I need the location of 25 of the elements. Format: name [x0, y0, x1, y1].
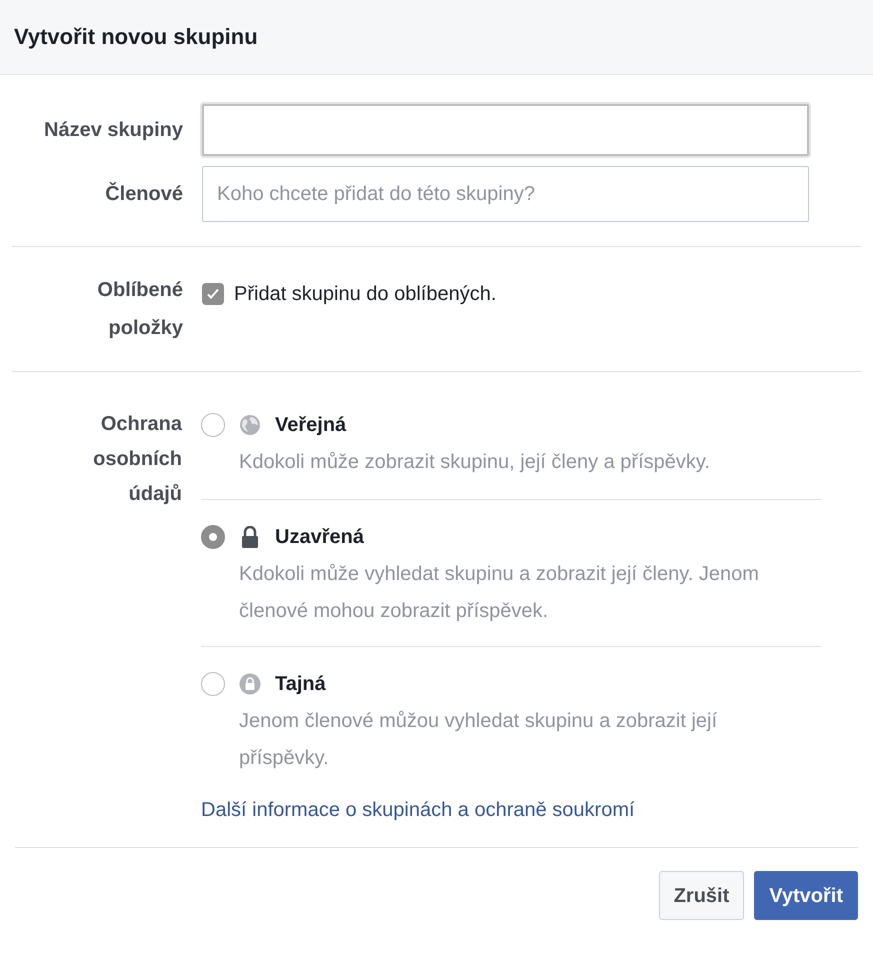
field-label: Členové	[104, 181, 183, 207]
radio-button[interactable]	[201, 672, 225, 696]
favorites-label: Oblíbené položky	[96, 278, 183, 341]
option-title: Uzavřená	[275, 525, 364, 550]
radio-button[interactable]	[201, 525, 225, 549]
option-description: Kdokoli může vyhledat skupinu a zobrazit její členy. Jenom členové mohou zobrazit příspěvek.	[238, 562, 760, 624]
privacy-label: Ochrana osobních údajů	[92, 412, 182, 507]
radio-button[interactable]	[201, 413, 225, 437]
option-description: Kdokoli může zobrazit skupinu, její členy a příspěvky.	[238, 450, 711, 475]
globe-icon	[239, 414, 261, 436]
info-link[interactable]: Další informace o skupinách a ochraně soukromí	[201, 795, 635, 825]
option-title: Veřejná	[275, 413, 346, 438]
create-button[interactable]: Vytvořit	[754, 871, 858, 920]
field-label: Název skupiny	[43, 118, 183, 143]
lock-icon	[241, 526, 259, 548]
favorites-text: Přidat skupinu do oblíbených.	[234, 282, 496, 307]
dialog-title: Vytvořit novou skupinu	[14, 24, 258, 50]
lock-icon	[239, 673, 261, 695]
option-description: Jenom členové můžou vyhledat skupinu a zobrazit její příspěvky.	[238, 709, 718, 771]
check-icon	[206, 287, 220, 301]
checkbox[interactable]	[202, 283, 224, 305]
input-field[interactable]	[202, 104, 809, 156]
cancel-button[interactable]: Zrušit	[658, 871, 744, 920]
option-title: Tajná	[275, 672, 326, 697]
input-field[interactable]: Koho chcete přidat do této skupiny?	[202, 166, 809, 222]
